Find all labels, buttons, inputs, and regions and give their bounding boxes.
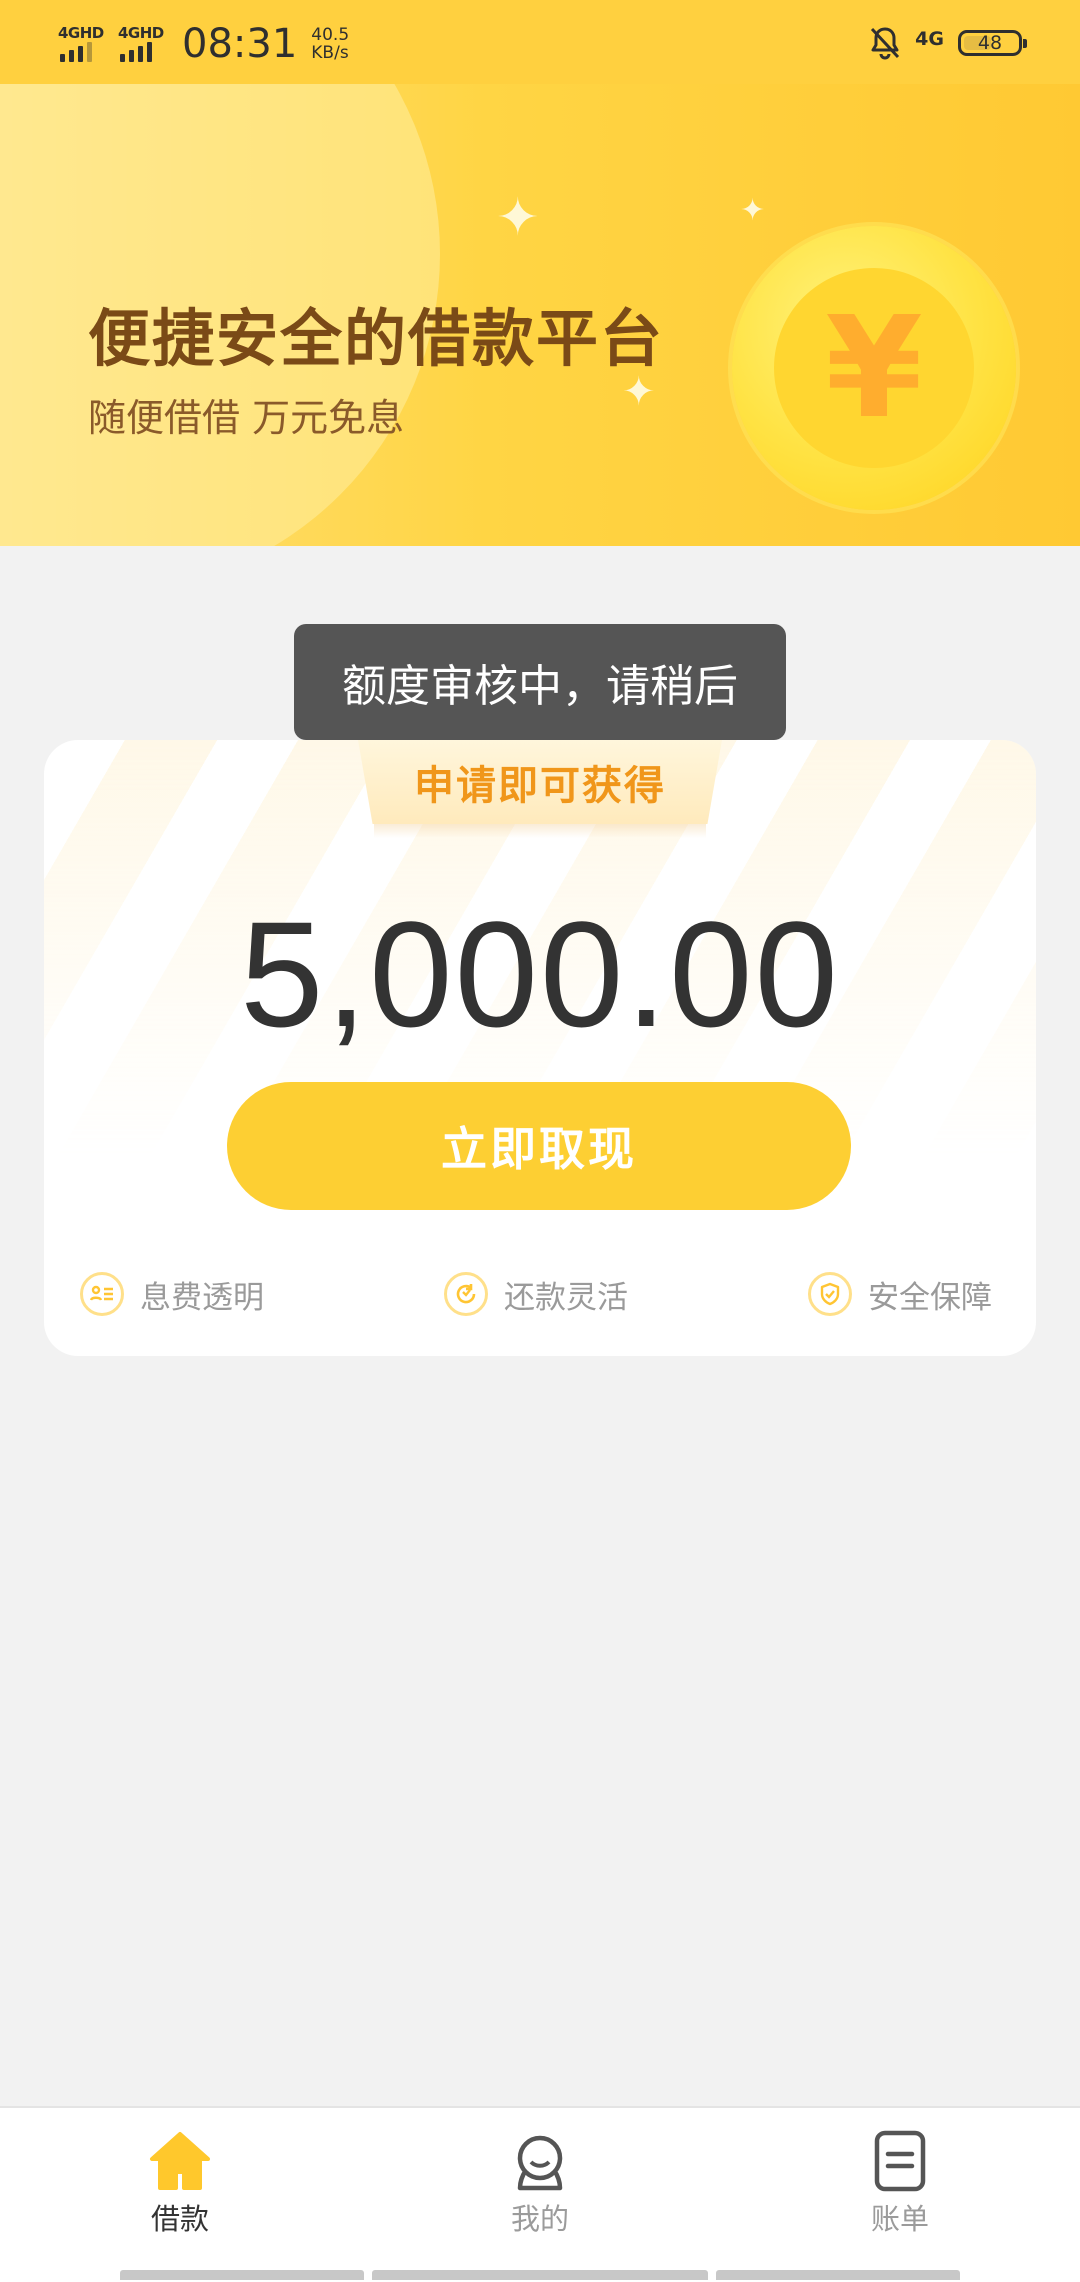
nav-label: 账单	[870, 2202, 929, 2236]
nav-item-mine[interactable]: 我的	[440, 2118, 640, 2238]
flexible-repay-icon	[444, 1272, 488, 1316]
sparkle-icon: ✦	[740, 193, 766, 228]
gesture-bar-center[interactable]	[372, 2270, 708, 2280]
nav-item-bill[interactable]: 账单	[800, 2118, 1000, 2238]
gesture-bar-right	[716, 2270, 960, 2280]
status-right: 4G 48	[869, 18, 1027, 68]
shield-check-icon	[808, 1272, 852, 1316]
hero-banner: 便捷安全的借款平台 随便借借 万元免息 ✦ ✦ ✦ ¥	[0, 84, 1080, 546]
feature-label: 息费透明	[140, 1279, 264, 1316]
loan-card: 申请即可获得 5,000.00 立即取现 息费透明 还款灵活 安全保障	[44, 740, 1036, 1356]
sparkle-icon: ✦	[622, 369, 656, 415]
signal-icon-sim2: 4GHD	[118, 22, 166, 66]
battery-icon: 48	[958, 30, 1027, 56]
ribbon-shadow	[374, 824, 706, 838]
battery-level: 48	[977, 32, 1003, 54]
gesture-bar-left	[120, 2270, 364, 2280]
feature-list: 息费透明 还款灵活 安全保障	[80, 1264, 1010, 1324]
fee-list-icon	[80, 1272, 124, 1316]
network-speed: 40.5 KB/s	[311, 26, 349, 62]
sparkle-icon: ✦	[496, 188, 540, 248]
home-icon	[149, 2118, 211, 2192]
nav-label: 我的	[510, 2202, 569, 2236]
feature-label: 安全保障	[868, 1279, 992, 1316]
network-speed-unit: KB/s	[311, 43, 349, 63]
status-bar: 4GHD 4GHD 08:31 40.5 KB/s 4G 48	[0, 0, 1080, 84]
nav-item-loan[interactable]: 借款	[80, 2118, 280, 2238]
nav-label: 借款	[150, 2202, 209, 2236]
withdraw-button[interactable]: 立即取现	[227, 1082, 851, 1210]
yen-symbol: ¥	[774, 268, 974, 468]
credit-amount: 5,000.00	[240, 890, 840, 1058]
mobile-data-indicator: 4G	[915, 28, 944, 50]
user-icon	[512, 2118, 568, 2192]
feature-item-security: 安全保障	[808, 1264, 992, 1324]
feature-item-repay: 还款灵活	[444, 1264, 628, 1324]
signal-icon-sim1: 4GHD	[58, 22, 106, 66]
ribbon-label: 申请即可获得	[358, 740, 722, 824]
network-type-sim1: 4GHD	[58, 24, 104, 42]
bill-icon	[872, 2118, 928, 2192]
status-left: 4GHD 4GHD 08:31 40.5 KB/s	[58, 14, 349, 74]
status-time: 08:31	[182, 21, 298, 67]
toast-message: 额度审核中，请稍后	[294, 624, 786, 740]
feature-item-fee: 息费透明	[80, 1264, 264, 1324]
hero-title: 便捷安全的借款平台	[88, 302, 665, 375]
hero-subtitle: 随便借借 万元免息	[88, 396, 405, 440]
feature-label: 还款灵活	[504, 1279, 628, 1316]
network-speed-value: 40.5	[311, 25, 350, 45]
bell-muted-icon	[869, 26, 901, 60]
bottom-nav: 借款 我的 账单	[0, 2106, 1080, 2282]
coin-icon: ¥	[732, 226, 1016, 510]
network-type-sim2: 4GHD	[118, 24, 164, 42]
